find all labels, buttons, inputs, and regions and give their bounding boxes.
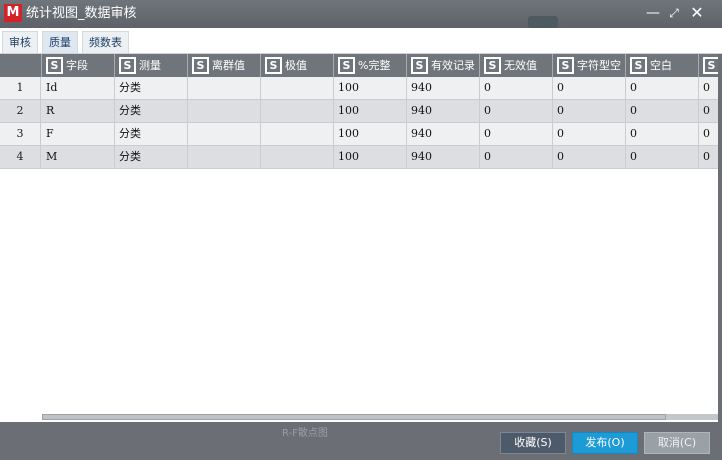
column-header[interactable]: S 有效记录 bbox=[407, 54, 480, 77]
table-cell bbox=[261, 100, 334, 122]
favorite-button[interactable]: 收藏(S) bbox=[500, 432, 566, 454]
table-cell: 0 bbox=[699, 123, 718, 145]
table-cell: 100 bbox=[334, 123, 407, 145]
string-type-icon: S bbox=[192, 57, 209, 74]
table-cell: 940 bbox=[407, 77, 480, 99]
table-cell: 0 bbox=[699, 77, 718, 99]
string-type-icon: S bbox=[46, 57, 63, 74]
table-cell: 0 bbox=[553, 100, 626, 122]
row-number-header bbox=[0, 54, 42, 77]
table-cell: 0 bbox=[480, 123, 553, 145]
column-header[interactable]: S bbox=[699, 54, 718, 77]
title-bar: M 统计视图_数据审核 — ⤢ ✕ bbox=[0, 0, 722, 28]
publish-button[interactable]: 发布(O) bbox=[572, 432, 638, 454]
table-cell: 分类 bbox=[115, 146, 188, 168]
data-grid: S 字段 S 测量 S 离群值 S 极值 S %完整 S 有效记录 S 无效值 S 字符型空 S… bbox=[0, 54, 718, 422]
table-row[interactable]: 3 F 分类 100 940 0 0 0 0 bbox=[0, 123, 718, 146]
table-cell bbox=[188, 100, 261, 122]
column-header[interactable]: S %完整 bbox=[334, 54, 407, 77]
table-cell: 0 bbox=[626, 100, 699, 122]
table-cell: 0 bbox=[480, 77, 553, 99]
header-row: S 字段 S 测量 S 离群值 S 极值 S %完整 S 有效记录 S 无效值 S 字符型空 S… bbox=[0, 54, 718, 77]
column-header[interactable]: S 字段 bbox=[42, 54, 115, 77]
table-cell: 0 bbox=[480, 100, 553, 122]
minimize-icon[interactable]: — bbox=[644, 4, 662, 22]
app-logo-icon: M bbox=[4, 4, 22, 22]
string-type-icon: S bbox=[630, 57, 647, 74]
string-type-icon: S bbox=[265, 57, 282, 74]
string-type-icon: S bbox=[338, 57, 355, 74]
table-cell: R bbox=[42, 100, 115, 122]
column-header-label: %完整 bbox=[358, 59, 391, 72]
column-header[interactable]: S 测量 bbox=[115, 54, 188, 77]
table-cell: 100 bbox=[334, 100, 407, 122]
window-title: 统计视图_数据审核 bbox=[26, 6, 137, 21]
table-cell bbox=[261, 77, 334, 99]
table-cell: 0 bbox=[553, 123, 626, 145]
table-cell: Id bbox=[42, 77, 115, 99]
column-header[interactable]: S 空白 bbox=[626, 54, 699, 77]
table-cell: 0 bbox=[553, 77, 626, 99]
horizontal-scrollbar[interactable] bbox=[42, 414, 718, 420]
column-header[interactable]: S 极值 bbox=[261, 54, 334, 77]
tab-quality[interactable]: 质量 bbox=[42, 31, 78, 53]
column-header[interactable]: S 无效值 bbox=[480, 54, 553, 77]
row-number: 1 bbox=[0, 77, 41, 99]
table-cell: 940 bbox=[407, 123, 480, 145]
string-type-icon: S bbox=[411, 57, 428, 74]
table-cell: 分类 bbox=[115, 123, 188, 145]
column-header-label: 无效值 bbox=[504, 59, 537, 72]
tab-audit[interactable]: 审核 bbox=[2, 31, 38, 53]
column-header-label: 空白 bbox=[650, 59, 672, 72]
column-header-label: 离群值 bbox=[212, 59, 245, 72]
string-type-icon: S bbox=[703, 57, 718, 74]
row-number: 4 bbox=[0, 146, 41, 168]
scrollbar-thumb[interactable] bbox=[42, 414, 666, 420]
table-cell: 0 bbox=[480, 146, 553, 168]
table-cell: F bbox=[42, 123, 115, 145]
maximize-icon[interactable]: ⤢ bbox=[665, 4, 683, 22]
column-header[interactable]: S 字符型空 bbox=[553, 54, 626, 77]
row-number: 3 bbox=[0, 123, 41, 145]
row-number: 2 bbox=[0, 100, 41, 122]
column-header-label: 字符型空 bbox=[577, 59, 621, 72]
column-header-label: 有效记录 bbox=[431, 59, 475, 72]
table-cell: 940 bbox=[407, 100, 480, 122]
table-cell: 分类 bbox=[115, 77, 188, 99]
table-row[interactable]: 2 R 分类 100 940 0 0 0 0 bbox=[0, 100, 718, 123]
close-icon[interactable]: ✕ bbox=[688, 4, 706, 22]
table-cell: 分类 bbox=[115, 100, 188, 122]
background-chart-label: R-F散点图 bbox=[282, 428, 328, 439]
table-cell: 100 bbox=[334, 77, 407, 99]
table-cell: 100 bbox=[334, 146, 407, 168]
table-cell: 0 bbox=[626, 146, 699, 168]
column-header-label: 字段 bbox=[66, 59, 88, 72]
background-decoration bbox=[528, 16, 558, 28]
cancel-button[interactable]: 取消(C) bbox=[644, 432, 710, 454]
tab-frequency-table[interactable]: 频数表 bbox=[82, 31, 129, 53]
table-row[interactable]: 4 M 分类 100 940 0 0 0 0 bbox=[0, 146, 718, 169]
table-cell bbox=[261, 123, 334, 145]
table-cell bbox=[188, 146, 261, 168]
table-cell bbox=[188, 123, 261, 145]
table-cell: 0 bbox=[553, 146, 626, 168]
column-header[interactable]: S 离群值 bbox=[188, 54, 261, 77]
table-cell: 0 bbox=[699, 100, 718, 122]
table-cell: M bbox=[42, 146, 115, 168]
table-row[interactable]: 1 Id 分类 100 940 0 0 0 0 bbox=[0, 77, 718, 100]
table-cell: 940 bbox=[407, 146, 480, 168]
string-type-icon: S bbox=[119, 57, 136, 74]
table-cell: 0 bbox=[699, 146, 718, 168]
tab-bar: 审核 质量 频数表 bbox=[0, 28, 722, 54]
table-cell: 0 bbox=[626, 77, 699, 99]
table-cell: 0 bbox=[626, 123, 699, 145]
string-type-icon: S bbox=[557, 57, 574, 74]
column-header-label: 极值 bbox=[285, 59, 307, 72]
column-header-label: 测量 bbox=[139, 59, 161, 72]
table-cell bbox=[188, 77, 261, 99]
string-type-icon: S bbox=[484, 57, 501, 74]
table-cell bbox=[261, 146, 334, 168]
